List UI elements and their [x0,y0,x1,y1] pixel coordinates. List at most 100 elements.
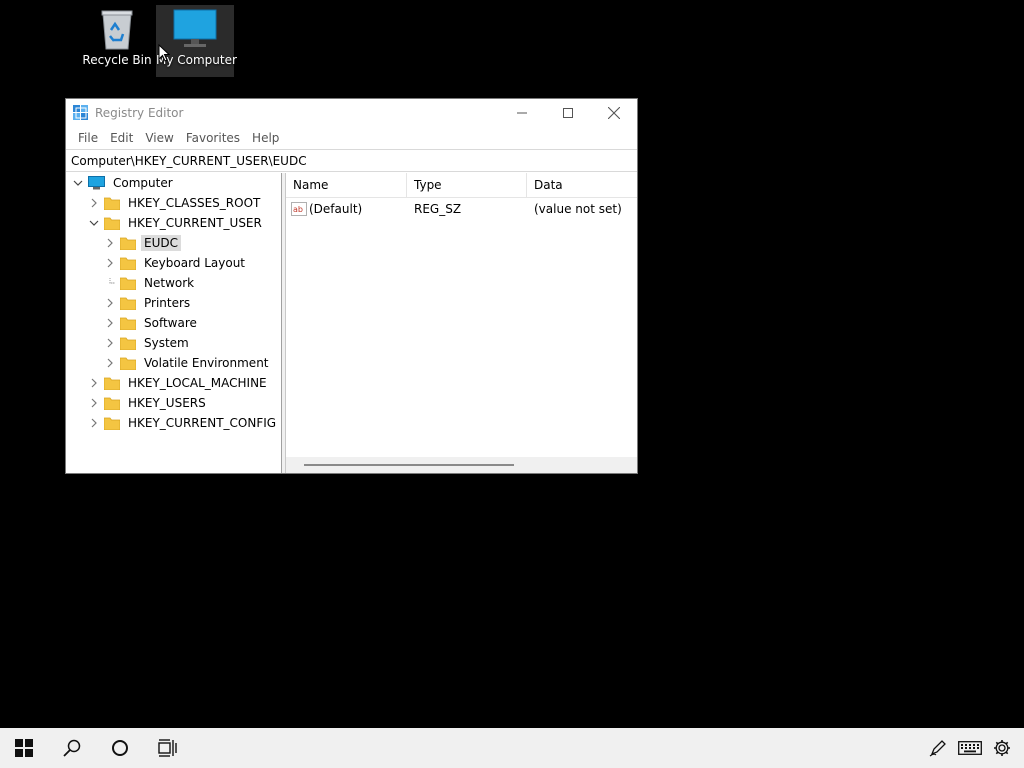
folder-icon [120,237,136,250]
menu-view[interactable]: View [139,131,179,145]
string-value-icon: ab [291,202,307,216]
tree-item-hkey-current-config[interactable]: HKEY_CURRENT_CONFIG [88,413,279,433]
search-button[interactable] [48,728,96,768]
tree-item-label: HKEY_CURRENT_USER [128,216,262,230]
desktop-icon-recycle-bin[interactable]: Recycle Bin [78,5,156,77]
menu-help[interactable]: Help [246,131,285,145]
list-item[interactable]: ab (Default) REG_SZ (value not set) [286,198,637,220]
tree-item-label: Computer [113,176,173,190]
pen-icon [929,740,946,757]
tree-item-network[interactable]: Network [104,273,197,293]
tree-item-label: HKEY_CLASSES_ROOT [128,196,261,210]
chevron-down-icon[interactable] [72,177,84,189]
registry-editor-window[interactable]: Registry Editor File Edit View Favorites… [65,98,638,474]
window-title: Registry Editor [95,106,184,120]
scrollbar-thumb[interactable] [304,464,514,466]
mouse-cursor-icon [158,43,171,65]
folder-icon [120,337,136,350]
menu-file[interactable]: File [72,131,104,145]
tree-item-eudc[interactable]: EUDC [104,233,181,253]
folder-icon [104,217,120,230]
chevron-right-icon[interactable] [104,337,116,349]
value-data: (value not set) [534,202,622,216]
cortana-icon [112,740,128,756]
minimize-button[interactable] [499,99,545,127]
cortana-button[interactable] [96,728,144,768]
tree-item-label: EUDC [141,235,181,251]
chevron-right-icon[interactable] [88,377,100,389]
registry-editor-icon [73,105,88,120]
folder-icon [104,197,120,210]
chevron-right-icon[interactable] [104,237,116,249]
maximize-button[interactable] [545,99,591,127]
folder-icon [120,257,136,270]
tree-item-computer[interactable]: Computer [72,173,176,193]
chevron-right-icon[interactable] [104,357,116,369]
tree-item-hkey-users[interactable]: HKEY_USERS [88,393,209,413]
menu-favorites[interactable]: Favorites [180,131,246,145]
chevron-right-icon[interactable] [104,257,116,269]
column-header-name[interactable]: Name [286,173,407,197]
folder-icon [120,357,136,370]
tree-item-volatile-environment[interactable]: Volatile Environment [104,353,272,373]
folder-icon [120,297,136,310]
tree-pane[interactable]: Computer HKEY_CLASSES_ROOT HKEY_CURRENT_… [66,173,282,473]
tree-item-label: Software [144,316,197,330]
desktop-icon-my-computer[interactable]: My Computer [156,5,237,77]
recycle-bin-icon [78,5,156,53]
value-name-cell: ab (Default) [286,198,407,220]
tree-item-label: HKEY_USERS [128,396,206,410]
tree-item-label: HKEY_CURRENT_CONFIG [128,416,277,430]
tree-item-hkey-classes-root[interactable]: HKEY_CLASSES_ROOT [88,193,263,213]
folder-icon [104,377,120,390]
value-type: REG_SZ [414,202,462,216]
title-bar[interactable]: Registry Editor [66,99,637,127]
tree-item-label: System [144,336,189,350]
desktop-icon-label: Recycle Bin [82,53,152,67]
chevron-right-icon[interactable] [104,317,116,329]
task-view-icon [158,739,177,757]
svg-text:ab: ab [293,205,303,214]
folder-icon [104,417,120,430]
tree-item-software[interactable]: Software [104,313,200,333]
search-icon [63,739,81,757]
chevron-right-icon[interactable] [88,397,100,409]
computer-icon [88,176,105,190]
address-bar[interactable]: Computer\HKEY_CURRENT_USER\EUDC [66,149,637,172]
value-name: (Default) [309,202,363,216]
tree-item-label: Keyboard Layout [144,256,246,270]
tree-item-system[interactable]: System [104,333,192,353]
folder-icon [120,317,136,330]
settings-icon [994,740,1010,756]
taskbar [0,728,1024,768]
folder-icon [120,277,136,290]
values-list[interactable]: Name Type Data ab (Default) REG_SZ (valu… [286,173,637,473]
chevron-down-icon[interactable] [88,217,100,229]
folder-icon [104,397,120,410]
chevron-right-icon[interactable] [104,297,116,309]
column-header-data[interactable]: Data [527,173,637,197]
tree-item-hkey-local-machine[interactable]: HKEY_LOCAL_MACHINE [88,373,270,393]
tree-item-keyboard-layout[interactable]: Keyboard Layout [104,253,248,273]
menu-bar: File Edit View Favorites Help [66,127,637,149]
chevron-right-icon[interactable] [88,197,100,209]
column-header-type[interactable]: Type [407,173,527,197]
settings-button[interactable] [978,728,1024,768]
tree-item-label: HKEY_LOCAL_MACHINE [128,376,267,390]
tree-item-label: Network [144,276,195,290]
maximize-icon [563,108,573,118]
horizontal-scrollbar[interactable] [286,457,637,473]
tree-item-label: Printers [144,296,191,310]
menu-edit[interactable]: Edit [104,131,139,145]
list-header: Name Type Data [286,173,637,198]
chevron-right-icon[interactable] [88,417,100,429]
close-button[interactable] [591,99,637,127]
tree-item-label: Volatile Environment [144,356,269,370]
start-button[interactable] [0,728,48,768]
tree-connector-icon [104,277,116,289]
task-view-button[interactable] [144,728,192,768]
tree-item-hkey-current-user[interactable]: HKEY_CURRENT_USER [88,213,265,233]
tree-item-printers[interactable]: Printers [104,293,193,313]
minimize-icon [517,112,527,114]
start-icon [15,739,33,757]
